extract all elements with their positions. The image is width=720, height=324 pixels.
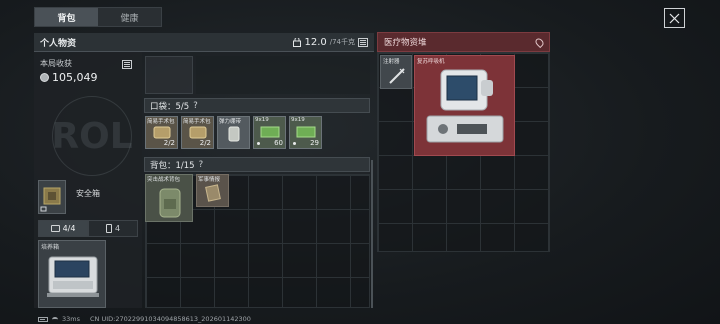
tab-medkit[interactable]: 4/4 [38,220,88,237]
medical-supplies-header: 医疗物资堆 [377,32,550,52]
tab-phone[interactable]: 4 [88,220,138,237]
status-footer: 33ms CN UID:27022991034094858613_2026011… [38,315,251,323]
location-pin-icon[interactable] [533,36,546,48]
safe-box-icon [40,187,61,212]
medical-supplies-title: 医疗物资堆 [384,38,427,48]
backpack-header: 背包：1/15 ? [144,157,370,172]
item-name: 弹力绷带 [219,119,242,125]
pocket-header: 口袋：5/5 ? [144,98,370,113]
safe-box-slot[interactable] [38,180,66,214]
coin-icon [40,73,49,82]
intel-document-icon [205,184,221,202]
item-count: 29 [310,139,319,147]
earnings-menu-icon[interactable] [122,60,132,69]
item-dot [293,142,296,145]
earnings-value: 105,049 [52,71,98,84]
pocket-items: 简易手术包 2/2 简易手术包 2/2 弹力绷带 9x19 60 9x19 29 [145,115,370,151]
ventilator-icon [426,69,504,143]
pocket-item[interactable]: 简易手术包 2/2 [145,116,178,149]
close-icon [669,13,680,23]
earnings-value-row: 105,049 [40,71,138,84]
surgery-kit-icon [189,126,207,139]
backpack-scrollbar[interactable] [371,160,373,308]
backpack-title: 背包：1/15 [150,160,195,171]
weight-indicator: 12.0 /74千克 [293,37,368,48]
item-count: 2/2 [199,139,211,147]
item-name: 军事情报 [198,177,221,183]
syringe-icon [389,68,405,84]
personal-supplies-title: 个人物资 [40,38,77,49]
medical-item-ventilator[interactable]: 复苏呼吸机 [414,55,515,156]
backpack-icon [159,188,181,218]
item-name: 复苏呼吸机 [417,59,445,65]
weight-max: /74千克 [329,38,355,46]
incubator-label: 培养箱 [41,244,60,251]
pocket-item[interactable]: 弹力绷带 [217,116,250,149]
incubator-slot[interactable]: 培养箱 [38,240,106,308]
medkit-icon [50,225,60,232]
item-name: 注射器 [383,59,400,65]
battery-icon [38,316,48,322]
backpack-help-icon[interactable]: ? [199,160,204,170]
quick-strip-empty [196,56,370,94]
ammo-box-icon [296,126,316,138]
weight-icon [293,37,302,47]
personal-supplies-header: 个人物资 12.0 /74千克 [34,33,374,52]
weight-value: 12.0 [304,36,327,48]
tab-medkit-label: 4/4 [62,224,76,233]
phone-icon [105,224,112,233]
bandage-icon [228,126,240,142]
close-button[interactable] [664,8,685,28]
surgery-kit-icon [153,126,171,139]
item-name: 简易手术包 [183,119,211,125]
safe-box-label: 安全箱 [76,189,100,198]
quick-slot-1[interactable] [145,56,193,94]
item-name: 简易手术包 [147,119,175,125]
pocket-item[interactable]: 简易手术包 2/2 [181,116,214,149]
item-count: 60 [274,139,283,147]
emblem-watermark: ROL [51,96,133,176]
tab-phone-label: 4 [114,224,121,233]
ammo-box-icon [260,126,280,138]
wifi-icon [52,316,58,322]
item-dot [257,142,260,145]
item-count: 2/2 [163,139,175,147]
uid-text: CN UID:27022991034094858613_202601142300 [90,315,251,323]
pocket-title: 口袋：5/5 [150,101,190,112]
backpack-item-tactical[interactable]: 突击战术背包 [145,174,193,222]
item-name: 突击战术背包 [147,177,181,183]
sort-menu-icon[interactable] [358,37,368,47]
tab-backpack[interactable]: 背包 [35,8,98,26]
item-name: 9x19 [255,117,269,123]
backpack-item-intel[interactable]: 军事情报 [196,174,229,207]
pocket-item[interactable]: 9x19 60 [253,116,286,149]
main-tabs: 背包 健康 [34,7,162,27]
tab-health[interactable]: 健康 [98,8,161,26]
item-name: 9x19 [291,117,305,123]
pocket-item[interactable]: 9x19 29 [289,116,322,149]
left-tabs: 4/4 4 [38,220,138,237]
ping-value: 33ms [62,315,80,323]
medical-item-syringe[interactable]: 注射器 [380,55,412,89]
pocket-help-icon[interactable]: ? [193,101,198,111]
